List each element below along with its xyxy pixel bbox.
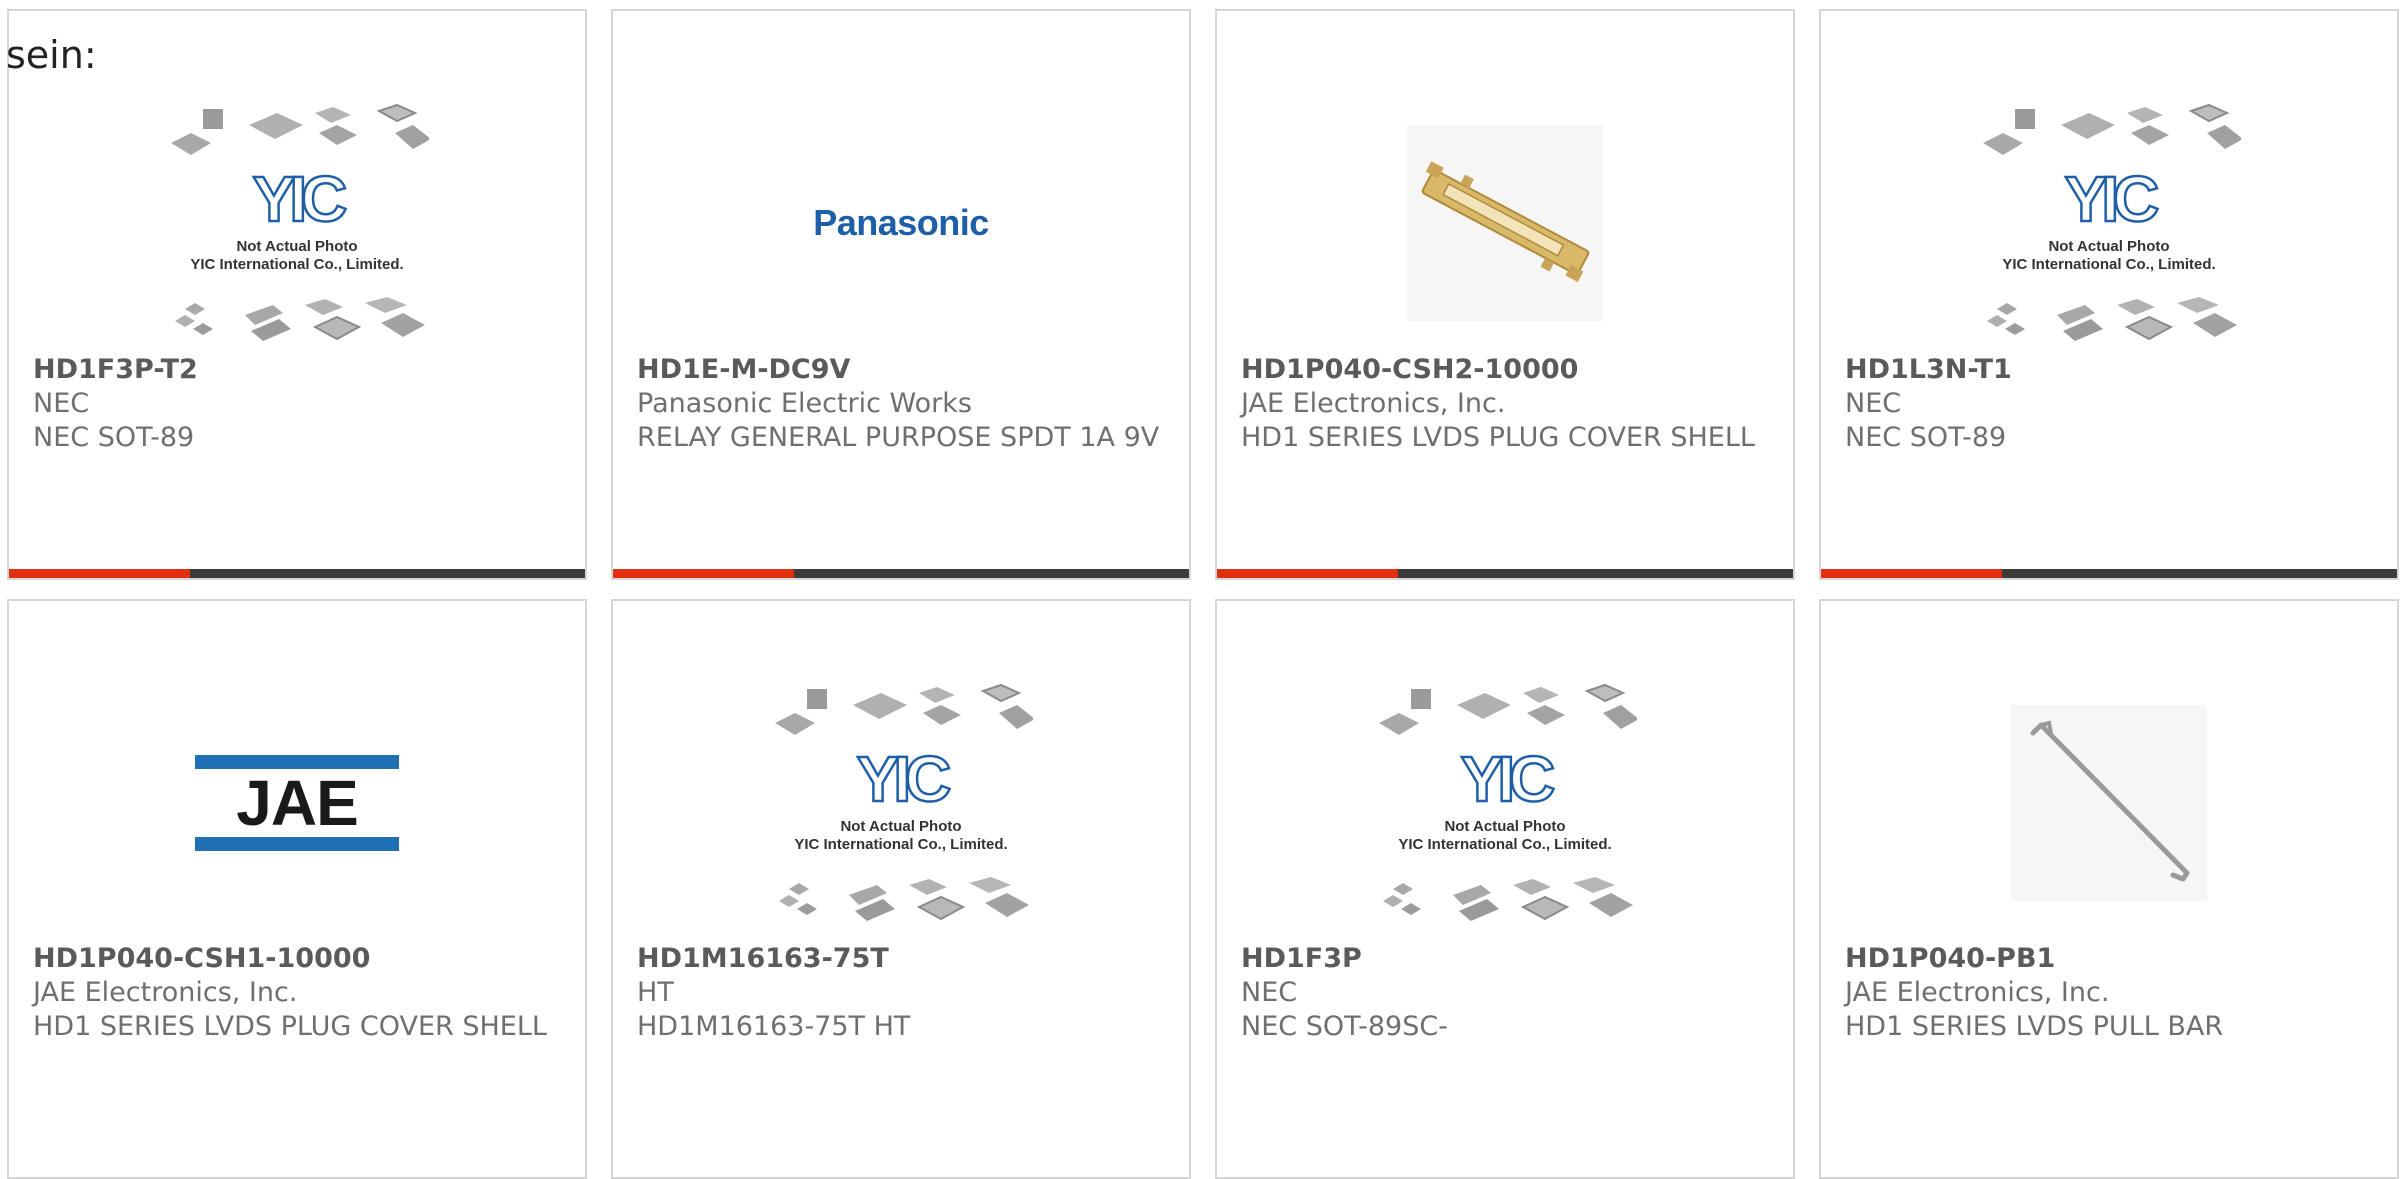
- part-number-link[interactable]: HD1P040-CSH2-10000: [1241, 353, 1773, 387]
- cover-shell-photo: [1407, 125, 1603, 321]
- product-info: HD1E-M-DC9V Panasonic Electric Works REL…: [637, 353, 1169, 455]
- card-bottom-bar: [613, 569, 1189, 578]
- yic-placeholder-icon: YIC Not Actual Photo YIC International C…: [170, 104, 429, 342]
- manufacturer: JAE Electronics, Inc.: [1845, 977, 2110, 1008]
- placeholder-caption-1: Not Actual Photo: [840, 818, 961, 835]
- product-info: HD1P040-CSH1-10000 JAE Electronics, Inc.…: [33, 942, 565, 1044]
- intro-text: sein:: [6, 33, 97, 77]
- placeholder-caption-2: YIC International Co., Limited.: [2002, 256, 2215, 273]
- description: HD1 SERIES LVDS PULL BAR: [1845, 1011, 2224, 1042]
- product-image[interactable]: Panasonic: [613, 93, 1189, 353]
- manufacturer: JAE Electronics, Inc.: [33, 977, 298, 1008]
- manufacturer: HT: [637, 977, 674, 1008]
- product-info: HD1L3N-T1 NEC NEC SOT-89: [1845, 353, 2377, 455]
- part-number-link[interactable]: HD1P040-CSH1-10000: [33, 942, 565, 976]
- product-image[interactable]: [1217, 93, 1793, 353]
- product-card-hd1l3n-t1[interactable]: YIC Not Actual Photo YIC International C…: [1819, 9, 2399, 580]
- svg-text:JAE: JAE: [236, 767, 358, 839]
- description: NEC SOT-89: [33, 422, 195, 453]
- product-card-hd1m16163-75t[interactable]: YIC Not Actual Photo YIC International C…: [611, 599, 1191, 1179]
- description: HD1 SERIES LVDS PLUG COVER SHELL: [1241, 422, 1755, 453]
- product-image[interactable]: YIC Not Actual Photo YIC International C…: [9, 93, 585, 353]
- card-bottom-bar: [1217, 569, 1793, 578]
- manufacturer: Panasonic Electric Works: [637, 388, 972, 419]
- svg-text:YIC: YIC: [1461, 743, 1554, 815]
- product-card-hd1f3p[interactable]: YIC Not Actual Photo YIC International C…: [1215, 599, 1795, 1179]
- manufacturer: NEC: [1845, 388, 1902, 419]
- product-image[interactable]: YIC Not Actual Photo YIC International C…: [613, 673, 1189, 933]
- part-number-link[interactable]: HD1M16163-75T: [637, 942, 1169, 976]
- part-number-link[interactable]: HD1E-M-DC9V: [637, 353, 1169, 387]
- product-card-hd1p040-csh1-10000[interactable]: JAE HD1P040-CSH1-10000 JAE Electronics, …: [7, 599, 587, 1179]
- jae-logo: JAE: [195, 755, 399, 851]
- manufacturer: NEC: [1241, 977, 1298, 1008]
- placeholder-caption-1: Not Actual Photo: [1444, 818, 1565, 835]
- svg-text:YIC: YIC: [2065, 163, 2158, 235]
- card-accent: [613, 569, 794, 578]
- manufacturer: JAE Electronics, Inc.: [1241, 388, 1506, 419]
- product-image[interactable]: YIC Not Actual Photo YIC International C…: [1217, 673, 1793, 933]
- placeholder-caption-2: YIC International Co., Limited.: [1398, 836, 1611, 853]
- svg-text:YIC: YIC: [857, 743, 950, 815]
- yic-placeholder-icon: YIC Not Actual Photo YIC International C…: [1982, 104, 2241, 342]
- description: NEC SOT-89SC-: [1241, 1011, 1448, 1042]
- product-info: HD1F3P-T2 NEC NEC SOT-89: [33, 353, 565, 455]
- product-info: HD1F3P NEC NEC SOT-89SC-: [1241, 942, 1773, 1044]
- part-number-link[interactable]: HD1F3P: [1241, 942, 1773, 976]
- panasonic-logo: Panasonic: [813, 202, 989, 243]
- product-image[interactable]: JAE: [9, 673, 585, 933]
- card-accent: [9, 569, 190, 578]
- manufacturer: NEC: [33, 388, 90, 419]
- yic-placeholder-icon: YIC Not Actual Photo YIC International C…: [774, 684, 1033, 922]
- placeholder-caption-1: Not Actual Photo: [236, 238, 357, 255]
- card-bottom-bar: [9, 569, 585, 578]
- product-info: HD1P040-CSH2-10000 JAE Electronics, Inc.…: [1241, 353, 1773, 455]
- part-number-link[interactable]: HD1P040-PB1: [1845, 942, 2377, 976]
- card-bottom-bar: [1821, 569, 2397, 578]
- description: RELAY GENERAL PURPOSE SPDT 1A 9V: [637, 422, 1160, 453]
- product-card-hd1e-m-dc9v[interactable]: Panasonic HD1E-M-DC9V Panasonic Electric…: [611, 9, 1191, 580]
- card-accent: [1217, 569, 1398, 578]
- product-image[interactable]: YIC Not Actual Photo YIC International C…: [1821, 93, 2397, 353]
- placeholder-caption-2: YIC International Co., Limited.: [190, 256, 403, 273]
- product-card-hd1f3p-t2[interactable]: YIC Not Actual Photo YIC International C…: [7, 9, 587, 580]
- product-card-hd1p040-csh2-10000[interactable]: HD1P040-CSH2-10000 JAE Electronics, Inc.…: [1215, 9, 1795, 580]
- product-info: HD1P040-PB1 JAE Electronics, Inc. HD1 SE…: [1845, 942, 2377, 1044]
- part-number-link[interactable]: HD1L3N-T1: [1845, 353, 2377, 387]
- placeholder-caption-1: Not Actual Photo: [2048, 238, 2169, 255]
- yic-placeholder-icon: YIC Not Actual Photo YIC International C…: [1378, 684, 1637, 922]
- description: HD1 SERIES LVDS PLUG COVER SHELL: [33, 1011, 547, 1042]
- card-accent: [1821, 569, 2002, 578]
- pull-bar-photo: [2011, 705, 2207, 901]
- svg-text:YIC: YIC: [253, 163, 346, 235]
- product-card-hd1p040-pb1[interactable]: HD1P040-PB1 JAE Electronics, Inc. HD1 SE…: [1819, 599, 2399, 1179]
- product-image[interactable]: [1821, 673, 2397, 933]
- description: NEC SOT-89: [1845, 422, 2007, 453]
- product-info: HD1M16163-75T HT HD1M16163-75T HT: [637, 942, 1169, 1044]
- part-number-link[interactable]: HD1F3P-T2: [33, 353, 565, 387]
- placeholder-caption-2: YIC International Co., Limited.: [794, 836, 1007, 853]
- description: HD1M16163-75T HT: [637, 1011, 911, 1042]
